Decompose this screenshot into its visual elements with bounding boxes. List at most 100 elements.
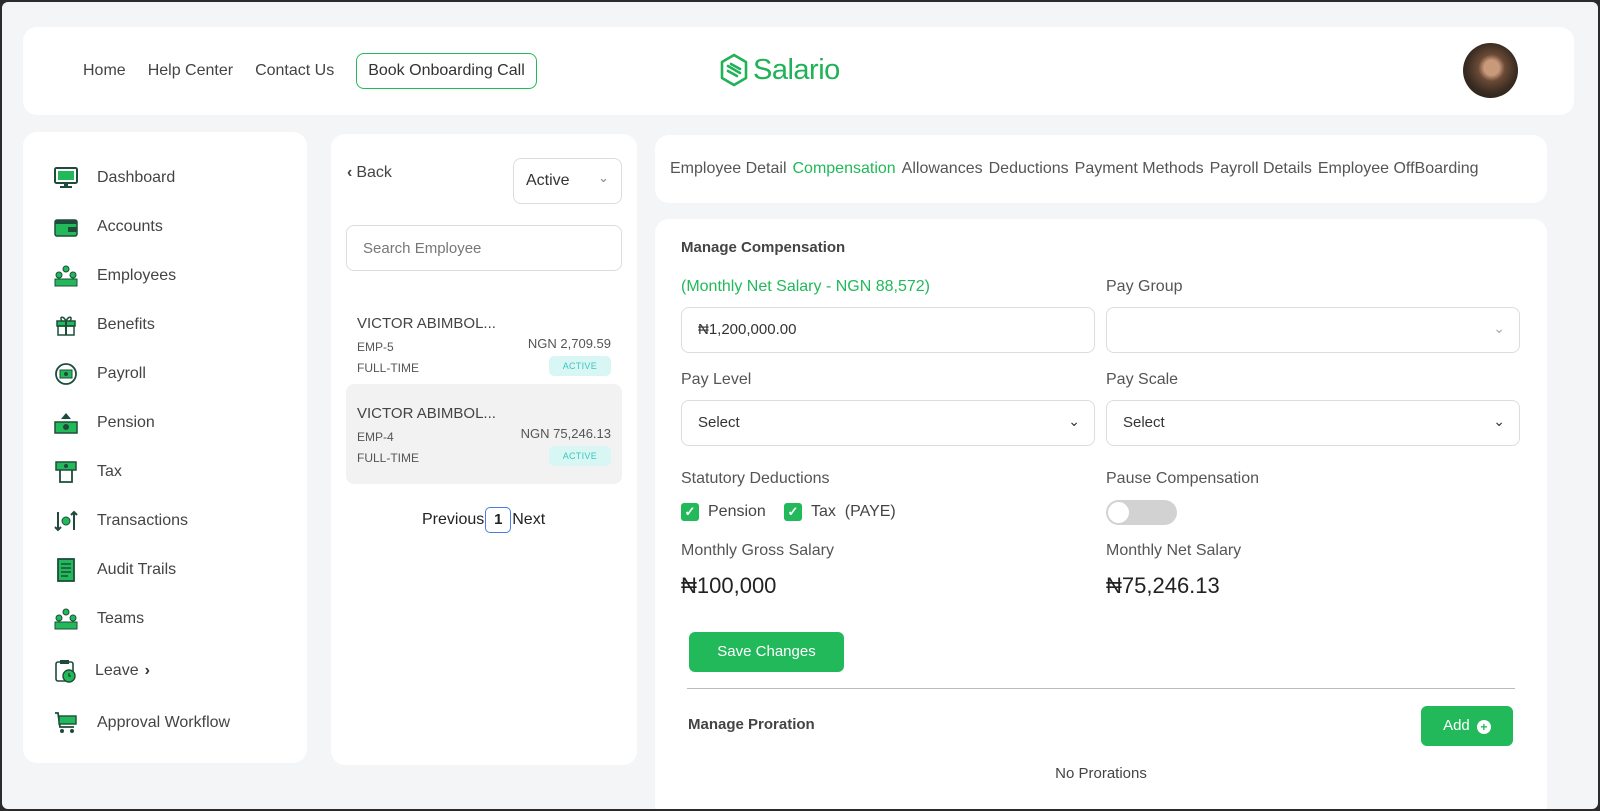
employee-type: FULL-TIME	[357, 451, 420, 465]
user-avatar[interactable]	[1463, 43, 1518, 98]
chevron-down-icon: ⌄	[1068, 413, 1080, 429]
employee-list-panel: ‹ Back Active ⌄ VICTOR ABIMBOL... EMP-5 …	[331, 134, 637, 765]
chevron-down-icon: ⌄	[1493, 320, 1505, 336]
status-badge: ACTIVE	[548, 356, 611, 376]
employee-list-item-selected[interactable]: VICTOR ABIMBOL... EMP-4 FULL-TIME NGN 75…	[346, 384, 622, 484]
nav-help-center-link[interactable]: Help Center	[148, 53, 233, 89]
empty-prorations-text: No Prorations	[1055, 765, 1147, 782]
team-icon	[53, 606, 79, 632]
tab-payment-methods[interactable]: Payment Methods	[1075, 160, 1204, 178]
sidebar-item-transactions[interactable]: Transactions	[53, 506, 188, 536]
sidebar-item-tax[interactable]: Tax	[53, 457, 122, 487]
sidebar-item-label: Leave	[95, 662, 139, 679]
chevron-down-icon: ⌄	[1493, 413, 1505, 429]
pay-level-label: Pay Level	[681, 371, 752, 388]
checkmark-icon: ✓	[784, 503, 802, 521]
next-page-button[interactable]: Next	[512, 511, 545, 529]
sidebar-item-employees[interactable]: Employees	[53, 261, 176, 291]
compensation-form: Manage Compensation (Monthly Net Salary …	[655, 219, 1547, 809]
chevron-left-icon: ‹	[347, 164, 353, 181]
pay-level-select[interactable]: Select ⌄	[681, 400, 1095, 446]
tab-employee-detail[interactable]: Employee Detail	[670, 160, 787, 178]
status-filter-select[interactable]: Active ⌄	[513, 158, 622, 204]
statutory-deductions-label: Statutory Deductions	[681, 470, 830, 487]
nav-home-link[interactable]: Home	[83, 53, 126, 89]
pay-group-select[interactable]: ⌄	[1106, 307, 1520, 353]
book-onboarding-call-button[interactable]: Book Onboarding Call	[356, 53, 537, 89]
logo-text: Salario	[753, 53, 840, 86]
pay-scale-select[interactable]: Select ⌄	[1106, 400, 1520, 446]
sidebar-item-label: Payroll	[97, 365, 146, 382]
sidebar-item-teams[interactable]: Teams	[53, 604, 144, 634]
back-button[interactable]: ‹ Back	[347, 164, 392, 182]
status-filter-value: Active	[526, 172, 570, 189]
monthly-gross-salary-value: ₦100,000	[681, 573, 777, 598]
employee-code: EMP-5	[357, 340, 394, 354]
section-title: Manage Compensation	[681, 239, 846, 256]
employee-amount: NGN 75,246.13	[520, 426, 611, 441]
pension-checkbox-label: Pension	[708, 503, 766, 520]
employee-type: FULL-TIME	[357, 361, 420, 375]
nav-contact-us-link[interactable]: Contact Us	[255, 53, 334, 89]
manage-proration-title: Manage Proration	[688, 716, 815, 733]
sidebar-item-label: Audit Trails	[97, 561, 177, 578]
pause-compensation-label: Pause Compensation	[1106, 470, 1259, 487]
search-employee-input[interactable]	[346, 225, 622, 271]
sidebar-item-pension[interactable]: Pension	[53, 408, 155, 438]
pagination: Previous 1 Next	[422, 507, 545, 533]
sidebar-item-label: Pension	[97, 414, 155, 431]
sidebar-item-leave[interactable]: Leave ›	[53, 656, 150, 686]
checkmark-icon: ✓	[681, 503, 699, 521]
salario-logo[interactable]: Salario	[719, 53, 840, 87]
sidebar-item-label: Transactions	[97, 512, 188, 529]
top-header: Home Help Center Contact Us Book Onboard…	[23, 27, 1574, 115]
monthly-gross-salary-label: Monthly Gross Salary	[681, 542, 834, 559]
calendar-clock-icon	[53, 658, 79, 684]
pay-scale-value: Select	[1123, 414, 1165, 431]
employee-name: VICTOR ABIMBOL...	[357, 315, 496, 332]
tab-compensation[interactable]: Compensation	[793, 160, 896, 178]
sidebar-item-dashboard[interactable]: Dashboard	[53, 163, 175, 193]
tab-employee-offboarding[interactable]: Employee OffBoarding	[1318, 160, 1479, 178]
sidebar-item-label: Benefits	[97, 316, 155, 333]
add-proration-button[interactable]: Add +	[1421, 706, 1513, 746]
tax-icon	[53, 459, 79, 485]
add-button-label: Add	[1443, 717, 1470, 734]
tax-paye-checkbox[interactable]: ✓ Tax (PAYE)	[784, 503, 896, 521]
tab-payroll-details[interactable]: Payroll Details	[1210, 160, 1312, 178]
employee-amount: NGN 2,709.59	[527, 336, 611, 351]
gift-icon	[53, 312, 79, 338]
pension-checkbox[interactable]: ✓ Pension	[681, 503, 766, 521]
tab-allowances[interactable]: Allowances	[902, 160, 983, 178]
previous-page-button[interactable]: Previous	[422, 511, 484, 529]
page-1-button[interactable]: 1	[485, 507, 512, 533]
salary-input-value: ₦1,200,000.00	[698, 321, 797, 338]
pension-icon	[53, 410, 79, 436]
sidebar-item-label: Employees	[97, 267, 177, 284]
tab-deductions[interactable]: Deductions	[989, 160, 1069, 178]
monitor-icon	[53, 165, 79, 191]
sidebar-item-audit-trails[interactable]: Audit Trails	[53, 555, 176, 585]
people-icon	[53, 263, 79, 289]
save-changes-button[interactable]: Save Changes	[689, 632, 844, 672]
top-nav: Home Help Center Contact Us Book Onboard…	[83, 53, 537, 89]
sidebar-item-label: Dashboard	[97, 169, 176, 186]
sidebar-item-approval-workflow[interactable]: Approval Workflow	[53, 708, 230, 738]
monthly-net-salary-label: Monthly Net Salary	[1106, 542, 1242, 559]
salary-input[interactable]: ₦1,200,000.00	[681, 307, 1095, 353]
sidebar-item-benefits[interactable]: Benefits	[53, 310, 155, 340]
sidebar-item-accounts[interactable]: Accounts	[53, 212, 163, 242]
employee-name: VICTOR ABIMBOL...	[357, 405, 496, 422]
salario-logo-icon	[720, 53, 748, 87]
employee-list-item[interactable]: VICTOR ABIMBOL... EMP-5 FULL-TIME NGN 2,…	[346, 294, 622, 394]
employee-code: EMP-4	[357, 430, 394, 444]
sidebar-item-payroll[interactable]: Payroll	[53, 359, 146, 389]
tax-checkbox-label: Tax (PAYE)	[811, 503, 896, 520]
pay-level-value: Select	[698, 414, 740, 431]
pay-scale-label: Pay Scale	[1106, 371, 1179, 388]
wallet-icon	[53, 214, 79, 240]
plus-circle-icon: +	[1476, 720, 1491, 734]
back-label: Back	[356, 164, 392, 181]
section-divider	[687, 688, 1515, 689]
pause-compensation-toggle[interactable]	[1106, 500, 1177, 525]
